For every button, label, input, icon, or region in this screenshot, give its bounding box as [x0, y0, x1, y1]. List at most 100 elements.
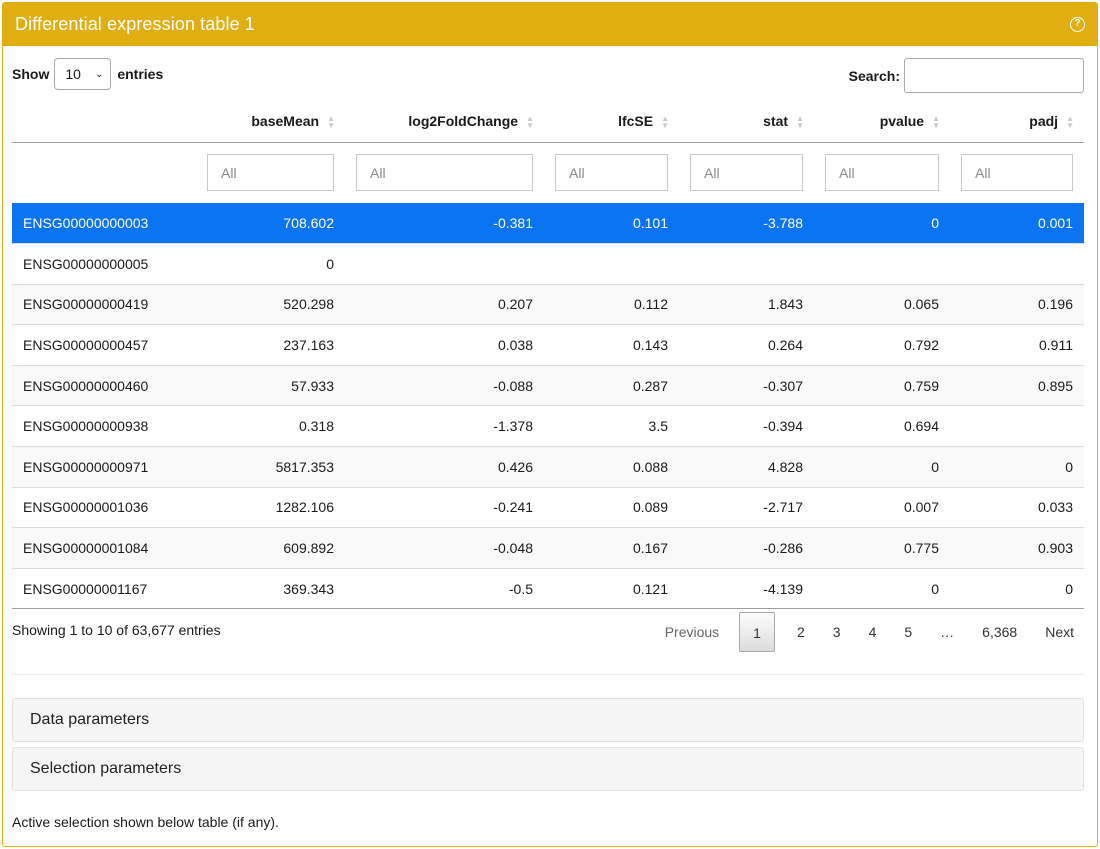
filter-row: All All All All All All [12, 142, 1084, 203]
page-button-2[interactable]: 2 [783, 612, 819, 652]
gene-id-cell: ENSG00000001084 [12, 527, 196, 569]
page-button-1[interactable]: 1 [739, 612, 775, 652]
filter-pvalue[interactable]: All [825, 154, 939, 191]
table-cell: -3.788 [679, 202, 814, 244]
table-cell: 0.033 [950, 486, 1084, 528]
table-cell [950, 243, 1084, 285]
table-cell: 0.287 [544, 364, 679, 406]
table-cell: -0.048 [345, 527, 544, 569]
table-cell: 0 [814, 202, 950, 244]
col-header-id [12, 100, 196, 143]
panel-header: Differential expression table 1 ? [3, 3, 1097, 46]
table-cell: 0 [950, 446, 1084, 488]
col-header-lfcse[interactable]: lfcSE ▲ ▼ [544, 100, 679, 143]
table-cell: 0 [950, 567, 1084, 610]
table-cell: 0.426 [345, 446, 544, 488]
table-cell: 0.101 [544, 202, 679, 244]
table-cell: 0.775 [814, 527, 950, 569]
previous-page-button[interactable]: Previous [651, 612, 733, 652]
page-button-3[interactable]: 3 [819, 612, 855, 652]
table-cell: 609.892 [196, 527, 345, 569]
table-cell: 0.143 [544, 324, 679, 366]
sort-icon: ▲ ▼ [526, 113, 534, 130]
table-controls: Show 10 ⌄ entries Search: [12, 58, 1084, 94]
panel-title: Differential expression table 1 [15, 14, 255, 34]
table-cell [679, 243, 814, 285]
table-cell: 0.911 [950, 324, 1084, 366]
filter-basemean[interactable]: All [207, 154, 334, 191]
table-body: ENSG00000000003 708.602 -0.381 0.101 -3.788 0… [12, 202, 1084, 610]
table-cell: 4.828 [679, 446, 814, 488]
filter-padj[interactable]: All [961, 154, 1073, 191]
col-header-stat[interactable]: stat ▲ ▼ [679, 100, 814, 143]
gene-id-cell: ENSG00000000938 [12, 405, 196, 447]
next-page-button[interactable]: Next [1031, 612, 1088, 652]
search-input[interactable] [904, 58, 1084, 93]
table-row[interactable]: ENSG00000000971 5817.353 0.426 0.088 4.828 0 0 [12, 446, 1084, 488]
gene-id-cell: ENSG00000001167 [12, 567, 196, 610]
col-header-log2foldchange[interactable]: log2FoldChange ▲ ▼ [345, 100, 544, 143]
table-cell: 0 [814, 446, 950, 488]
table-cell: 0.792 [814, 324, 950, 366]
filter-stat[interactable]: All [690, 154, 803, 191]
table-cell: -0.5 [345, 567, 544, 610]
page-button-last[interactable]: 6,368 [968, 612, 1031, 652]
table-row[interactable]: ENSG00000000419 520.298 0.207 0.112 1.843 0.0… [12, 283, 1084, 325]
table-cell: 0.089 [544, 486, 679, 528]
col-header-padj[interactable]: padj ▲ ▼ [950, 100, 1084, 143]
gene-id-cell: ENSG00000000457 [12, 324, 196, 366]
pagination-ellipsis: … [940, 624, 955, 640]
table-cell [814, 243, 950, 285]
table-cell: -2.717 [679, 486, 814, 528]
show-label: Show [12, 66, 50, 82]
col-header-basemean[interactable]: baseMean ▲ ▼ [196, 100, 345, 143]
table-cell: 0 [814, 567, 950, 610]
table-cell: -0.241 [345, 486, 544, 528]
filter-lfcse[interactable]: All [555, 154, 668, 191]
table-cell: 5817.353 [196, 446, 345, 488]
page-button-4[interactable]: 4 [855, 612, 891, 652]
table-cell: -0.088 [345, 364, 544, 406]
selection-parameters-panel[interactable]: Selection parameters [12, 747, 1084, 791]
page-length-select[interactable]: 10 ⌄ [54, 58, 112, 90]
col-header-pvalue[interactable]: pvalue ▲ ▼ [814, 100, 950, 143]
data-parameters-panel[interactable]: Data parameters [12, 698, 1084, 742]
gene-id-cell: ENSG00000000971 [12, 446, 196, 488]
table-cell: 237.163 [196, 324, 345, 366]
sort-icon: ▲ ▼ [1066, 113, 1074, 130]
sort-icon: ▲ ▼ [932, 113, 940, 130]
table-cell: 708.602 [196, 202, 345, 244]
table-cell [950, 405, 1084, 447]
search-label: Search: [848, 67, 900, 84]
search-control: Search: [849, 58, 1084, 93]
table-cell: 0.112 [544, 283, 679, 325]
help-icon[interactable]: ? [1070, 17, 1085, 32]
table-row[interactable]: ENSG00000000938 0.318 -1.378 3.5 -0.394 0.694 [12, 405, 1084, 447]
table-cell: 0.694 [814, 405, 950, 447]
table-cell: -4.139 [679, 567, 814, 610]
table-cell: 0.759 [814, 364, 950, 406]
table-row[interactable]: ENSG00000001036 1282.106 -0.241 0.089 -2.717… [12, 486, 1084, 528]
table-row[interactable]: ENSG00000001167 369.343 -0.5 0.121 -4.139 0 0 [12, 567, 1084, 610]
selection-note: Active selection shown below table (if a… [12, 814, 279, 830]
gene-id-cell: ENSG00000001036 [12, 486, 196, 528]
table-cell: 0.318 [196, 405, 345, 447]
table-cell: 0.264 [679, 324, 814, 366]
table-cell: 0.895 [950, 364, 1084, 406]
table-cell: -0.394 [679, 405, 814, 447]
page-button-5[interactable]: 5 [890, 612, 926, 652]
table-row[interactable]: ENSG00000001084 609.892 -0.048 0.167 -0.286 0… [12, 527, 1084, 569]
sort-icon: ▲ ▼ [661, 113, 669, 130]
filter-log2foldchange[interactable]: All [356, 154, 533, 191]
table-row[interactable]: ENSG00000000003 708.602 -0.381 0.101 -3.788 0… [12, 202, 1084, 244]
table-cell: 1282.106 [196, 486, 345, 528]
pagination: Previous 1 2 3 4 5 … 6,368 Next [651, 612, 1088, 652]
table-cell: 0 [196, 243, 345, 285]
table-row[interactable]: ENSG00000000005 0 [12, 243, 1084, 285]
gene-id-cell: ENSG00000000460 [12, 364, 196, 406]
table-row[interactable]: ENSG00000000457 237.163 0.038 0.143 0.264 0.7… [12, 324, 1084, 366]
de-table: baseMean ▲ ▼ log2FoldChange ▲ ▼ lfcSE ▲ ▼ stat… [12, 100, 1084, 610]
table-cell: 0.007 [814, 486, 950, 528]
table-cell: 0.038 [345, 324, 544, 366]
table-row[interactable]: ENSG00000000460 57.933 -0.088 0.287 -0.307 0.… [12, 364, 1084, 406]
